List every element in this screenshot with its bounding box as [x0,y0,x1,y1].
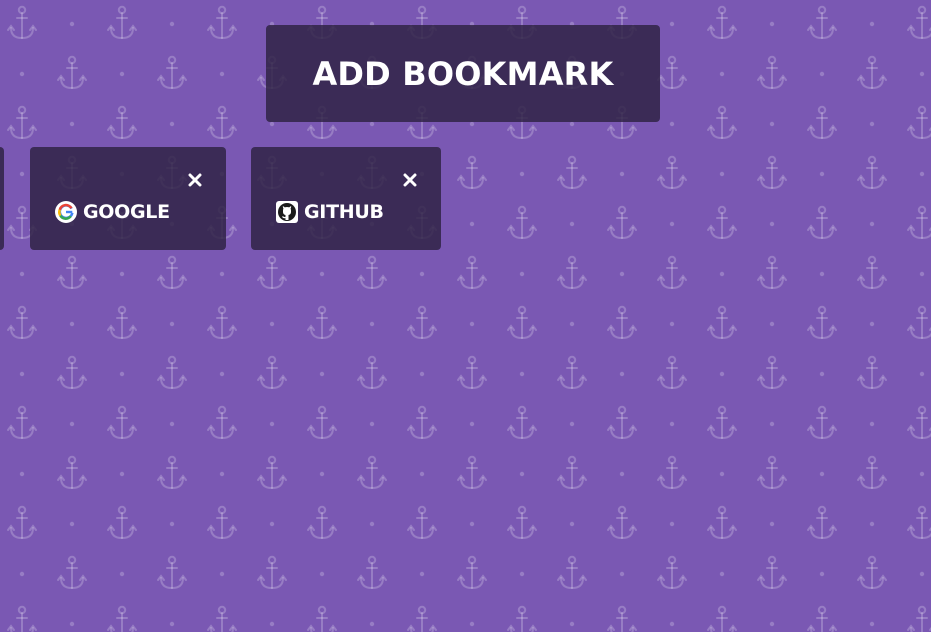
close-icon[interactable] [399,169,421,191]
google-g-icon [55,201,77,223]
bookmark-label: GITHUB [304,201,384,223]
github-octocat-icon [276,201,298,223]
bookmark-card-partial[interactable] [0,147,4,250]
close-icon[interactable] [184,169,206,191]
add-bookmark-label: ADD BOOKMARK [312,54,614,93]
add-bookmark-button[interactable]: ADD BOOKMARK [266,25,660,122]
bookmark-card-google[interactable]: GOOGLE [30,147,226,250]
bookmark-card-github[interactable]: GITHUB [251,147,441,250]
bookmark-link-google[interactable]: GOOGLE [55,200,170,224]
bookmark-label: GOOGLE [83,201,170,223]
bookmark-link-github[interactable]: GITHUB [276,200,384,224]
